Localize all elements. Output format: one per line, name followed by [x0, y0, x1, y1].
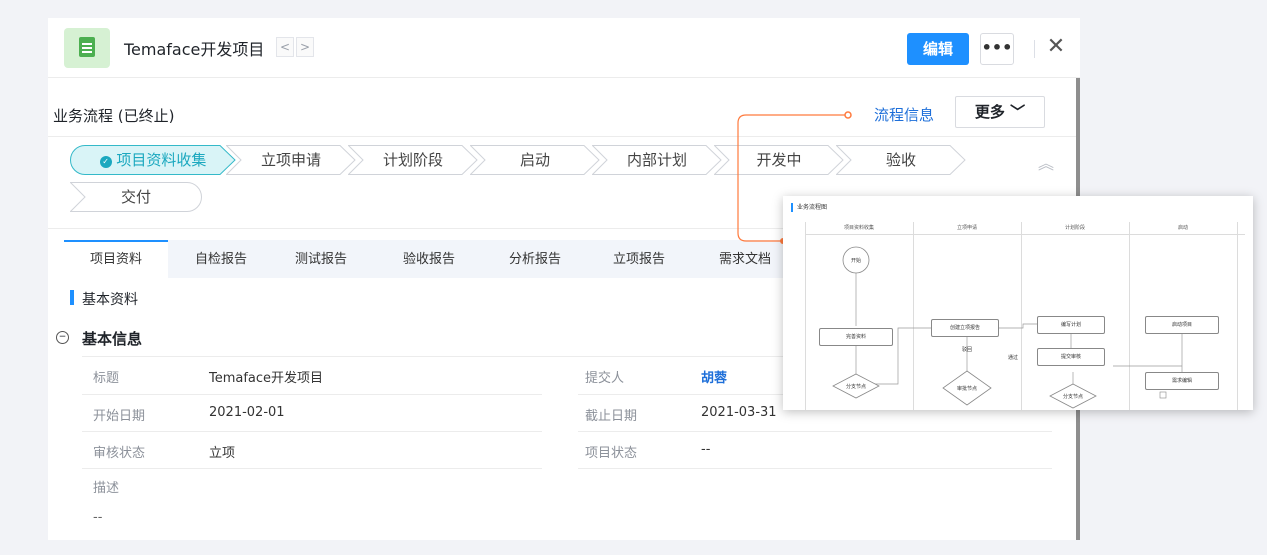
group-title: 基本信息 — [82, 330, 143, 348]
flow-chart-popup: 业务流程图 项目资料收集 立项申请 计划阶段 启动 开始 完善资料 分支节点 创… — [783, 196, 1253, 410]
field-label: 开始日期 — [93, 409, 146, 424]
flow-step-label: 立项申请 — [260, 151, 321, 169]
close-icon[interactable]: ✕ — [1044, 32, 1068, 62]
flow-step-label: 交付 — [120, 188, 151, 206]
field-label: 提交人 — [585, 371, 625, 386]
tab-acceptance[interactable]: 验收报告 — [382, 240, 476, 278]
flow-edge-label: 驳回 — [961, 347, 972, 353]
detail-header: Temaface开发项目 < > 编辑 ••• ✕ — [48, 18, 1080, 78]
field-value: -- — [93, 510, 103, 525]
flow-edge-label: 通过 — [1007, 355, 1018, 361]
field-value: 立项 — [209, 446, 236, 461]
flow-step-active[interactable]: ✓ 项目资料收集 — [70, 145, 236, 175]
flow-node: 完善资料 — [819, 328, 893, 346]
flow-step[interactable]: 计划阶段 — [348, 145, 478, 175]
flow-step-label: 验收 — [885, 151, 916, 169]
flow-more-button[interactable]: 更多 ﹀ — [955, 96, 1045, 128]
field-value: 2021-02-01 — [209, 405, 285, 420]
flow-info-link[interactable]: 流程信息 — [874, 104, 934, 125]
field-label: 标题 — [93, 371, 120, 386]
flow-step[interactable]: 开发中 — [714, 145, 844, 175]
tab-test-report[interactable]: 测试报告 — [274, 240, 368, 278]
document-icon — [64, 28, 110, 68]
edit-button[interactable]: 编辑 — [907, 33, 969, 65]
flow-step[interactable]: 立项申请 — [226, 145, 356, 175]
divider — [82, 394, 542, 395]
flow-title: 业务流程 (已终止) — [53, 107, 175, 125]
more-actions-button[interactable]: ••• — [980, 33, 1014, 65]
tab-project-info[interactable]: 项目资料 — [64, 240, 168, 278]
divider — [82, 431, 542, 432]
field-value: 2021-03-31 — [701, 405, 777, 420]
next-record-button[interactable]: > — [296, 37, 314, 57]
header-divider — [1034, 40, 1035, 58]
flow-step[interactable]: 内部计划 — [592, 145, 722, 175]
flow-step[interactable]: 交付 — [70, 182, 202, 212]
project-title: Temaface开发项目 — [124, 40, 265, 59]
divider — [82, 468, 542, 469]
tab-analysis[interactable]: 分析报告 — [488, 240, 582, 278]
flow-step[interactable]: 验收 — [836, 145, 966, 175]
flow-step-label: 启动 — [519, 151, 550, 169]
collapse-icon[interactable]: ︽ — [1038, 150, 1054, 174]
flow-step-label: 内部计划 — [626, 151, 687, 169]
flow-step-label: 开发中 — [756, 151, 802, 169]
field-label: 审核状态 — [93, 446, 146, 461]
field-value: -- — [701, 442, 711, 457]
flow-step-label: 计划阶段 — [382, 151, 443, 169]
collapse-circle-icon[interactable]: − — [56, 331, 69, 344]
section-title: 基本资料 — [82, 292, 138, 308]
field-label: 描述 — [93, 481, 120, 496]
field-value: Temaface开发项目 — [209, 371, 324, 386]
flow-node-branch: 分支节点 — [845, 384, 866, 390]
check-icon: ✓ — [99, 156, 112, 168]
flow-node-branch: 审批节点 — [956, 386, 977, 392]
flow-step[interactable]: 启动 — [470, 145, 600, 175]
divider — [48, 136, 1080, 137]
flow-node: 提交审核 — [1037, 348, 1105, 366]
flow-node: 启动项目 — [1145, 316, 1219, 334]
divider — [578, 431, 1052, 432]
divider — [578, 468, 1052, 469]
prev-record-button[interactable]: < — [276, 37, 294, 57]
flow-node: 编写计划 — [1037, 316, 1105, 334]
field-label: 项目状态 — [585, 446, 638, 461]
field-label: 截止日期 — [585, 409, 638, 424]
section-marker — [70, 290, 74, 305]
flow-node: 需求编辑 — [1145, 372, 1219, 390]
flow-node: 创建立项报告 — [931, 319, 999, 337]
flow-step-label: 项目资料收集 — [116, 151, 207, 169]
flow-node-branch: 分支节点 — [1062, 394, 1083, 400]
flow-node-start: 开始 — [850, 258, 861, 264]
submitter-link[interactable]: 胡蓉 — [701, 367, 727, 386]
tab-approval-report[interactable]: 立项报告 — [592, 240, 686, 278]
tab-requirements[interactable]: 需求文档 — [698, 240, 792, 278]
tab-self-check[interactable]: 自检报告 — [174, 240, 268, 278]
